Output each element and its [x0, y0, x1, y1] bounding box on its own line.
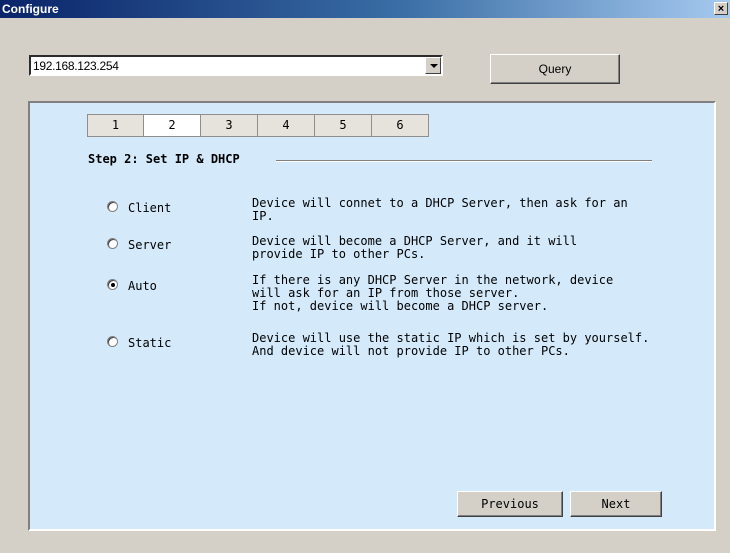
step-title: Step 2: Set IP & DHCP — [88, 152, 240, 166]
tab-step-1[interactable]: 1 — [87, 114, 144, 137]
window-title: Configure — [2, 2, 59, 16]
static-description: Device will use the static IP which is s… — [252, 331, 650, 358]
wizard-panel: 1 2 3 4 5 6 Step 2: Set IP & DHCP Client… — [28, 101, 716, 531]
query-button[interactable]: Query — [490, 54, 620, 84]
client-radio[interactable] — [107, 201, 118, 212]
close-button[interactable]: × — [714, 2, 728, 15]
step-divider — [276, 160, 652, 162]
client-description: Device will connet to a DHCP Server, the… — [252, 196, 628, 223]
auto-description: If there is any DHCP Server in the netwo… — [252, 273, 614, 313]
device-ip-value: 192.168.123.254 — [33, 59, 119, 73]
tab-step-2[interactable]: 2 — [144, 114, 201, 137]
static-radio[interactable] — [107, 336, 118, 347]
server-description: Device will become a DHCP Server, and it… — [252, 234, 578, 261]
auto-radio[interactable] — [107, 279, 118, 290]
device-ip-select[interactable]: 192.168.123.254 — [29, 55, 443, 76]
server-radio[interactable] — [107, 238, 118, 249]
tab-step-5[interactable]: 5 — [315, 114, 372, 137]
previous-button[interactable]: Previous — [457, 491, 563, 517]
close-icon: × — [717, 3, 725, 15]
tab-step-6[interactable]: 6 — [372, 114, 429, 137]
dropdown-arrow-icon[interactable] — [425, 57, 441, 74]
step-tabs: 1 2 3 4 5 6 — [87, 114, 429, 137]
title-bar: Configure × — [0, 0, 730, 18]
auto-label: Auto — [128, 279, 157, 293]
tab-step-4[interactable]: 4 — [258, 114, 315, 137]
server-label: Server — [128, 238, 172, 252]
tab-step-3[interactable]: 3 — [201, 114, 258, 137]
next-button[interactable]: Next — [570, 491, 662, 517]
client-label: Client — [128, 201, 172, 215]
static-label: Static — [128, 336, 172, 350]
